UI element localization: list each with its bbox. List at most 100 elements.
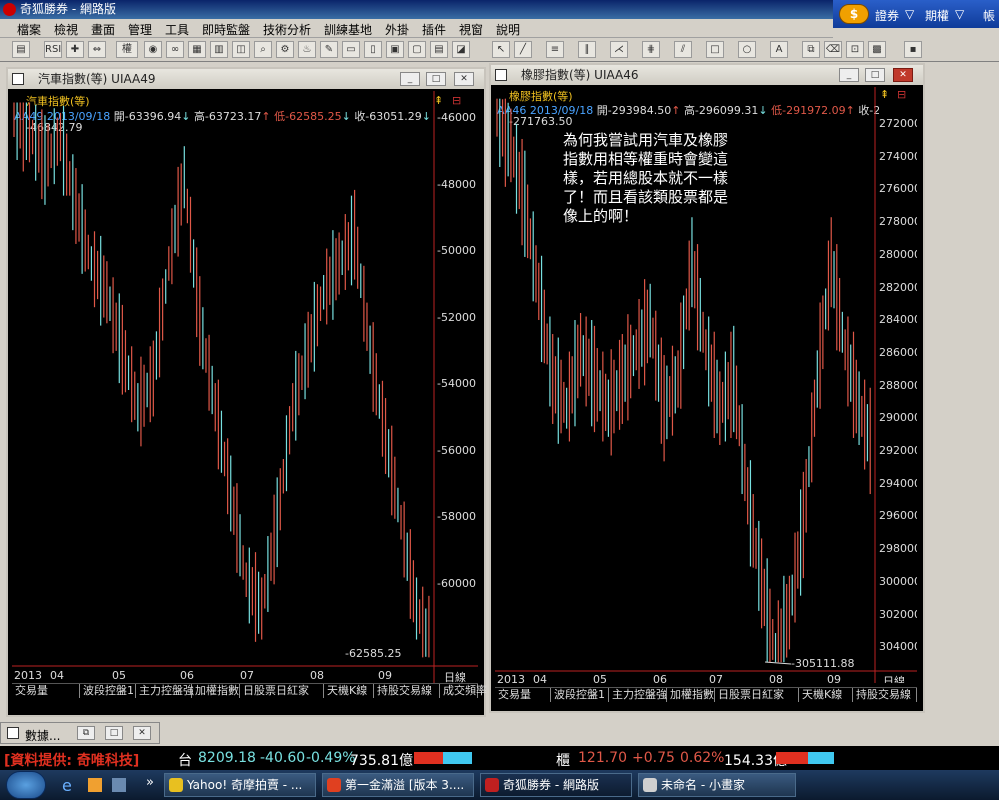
y-axis-label: 288000 (879, 378, 917, 392)
media-icon[interactable] (88, 778, 102, 792)
left-chart-window[interactable]: 汽車指數(等) UIAA49 _ □ ✕ 汽車指數(等) AA49 2013/0… (6, 67, 487, 717)
y-axis-label: -46000 (437, 111, 476, 124)
indicator-tab[interactable]: 天機K線 (799, 688, 853, 702)
period-label[interactable]: 日線 (444, 669, 466, 683)
window4-icon[interactable]: ◪ (452, 41, 470, 58)
menu-live-monitor[interactable]: 即時監盤 (202, 21, 250, 38)
minimize-button[interactable]: _ (839, 68, 859, 82)
task-qihu[interactable]: 奇狐勝券 - 網路版 (480, 773, 632, 797)
close-button[interactable]: ✕ (893, 68, 913, 82)
open-folder-icon[interactable]: ▤ (12, 41, 30, 58)
vertical-lines-icon[interactable]: ∥ (578, 41, 596, 58)
start-button[interactable] (6, 771, 46, 799)
left-chart-area[interactable]: 汽車指數(等) AA49 2013/09/18 開-63396.94↓ 高-63… (12, 91, 478, 683)
indicator-tab[interactable]: 天機K線 (324, 684, 374, 698)
grid-icon[interactable]: ▥ (210, 41, 228, 58)
indicator-tab[interactable]: 加權指數 (192, 684, 240, 698)
minimized-data-window[interactable]: 數據... ⧉ □ ✕ (0, 722, 160, 744)
channel-icon[interactable]: ⫽ (674, 41, 692, 58)
indicator-tab[interactable]: 日股票日紅家 (715, 688, 799, 702)
desktop-icon[interactable] (112, 778, 126, 792)
menu-help[interactable]: 說明 (496, 21, 520, 38)
layout2-icon[interactable]: ▯ (364, 41, 382, 58)
maximize-button[interactable]: □ (426, 72, 446, 86)
menu-tools[interactable]: 工具 (165, 21, 189, 38)
ellipse-icon[interactable]: ○ (738, 41, 756, 58)
lock-icon[interactable]: ⊡ (846, 41, 864, 58)
indicator-tab[interactable]: 持股交易線 (374, 684, 440, 698)
window-icon[interactable]: ▣ (386, 41, 404, 58)
search-icon[interactable]: ⌕ (254, 41, 272, 58)
indicator-tab[interactable]: 成交頻率 (440, 684, 487, 698)
line-tool-icon[interactable]: ╱ (514, 41, 532, 58)
weight-button[interactable]: 權 (116, 41, 138, 58)
fan-icon[interactable]: ⋌ (610, 41, 628, 58)
right-window-titlebar[interactable]: 橡膠指數(等) UIAA46 _ □ ✕ (491, 65, 923, 85)
menu-window[interactable]: 視窗 (459, 21, 483, 38)
indicator-tab[interactable]: 加權指數 (667, 688, 715, 702)
crosshair-icon[interactable]: ✚ (66, 41, 84, 58)
restore-button[interactable]: ⧉ (77, 726, 95, 740)
right-chart-window[interactable]: 橡膠指數(等) UIAA46 _ □ ✕ 橡膠指數(等) AA46 2013/0… (489, 63, 925, 713)
task-first-bank[interactable]: 第一金滿溢 [版本 3.... (322, 773, 474, 797)
taiex-pct: -0.49% (306, 750, 356, 766)
eraser-icon[interactable]: ⌫ (824, 41, 842, 58)
window3-icon[interactable]: ▤ (430, 41, 448, 58)
gear-icon[interactable]: ⚙ (276, 41, 294, 58)
menu-training[interactable]: 訓練基地 (324, 21, 372, 38)
text-align-icon[interactable]: ≡ (546, 41, 564, 58)
indicator-tab[interactable]: 主力控盤強 (609, 688, 667, 702)
right-chart-area[interactable]: 橡膠指數(等) AA46 2013/09/18 開-293984.50↑ 高-2… (495, 87, 917, 683)
quicklaunch-chevron[interactable]: » (146, 775, 154, 790)
menu-plugins[interactable]: 外掛 (385, 21, 409, 38)
indicator-tab[interactable]: 持股交易線 (853, 688, 917, 702)
ie-icon[interactable]: e (62, 776, 72, 795)
indicator-tab[interactable]: 日股票日紅家 (240, 684, 324, 698)
minimize-button[interactable]: _ (400, 72, 420, 86)
pencil-icon[interactable]: ✎ (320, 41, 338, 58)
task-yahoo[interactable]: Yahoo! 奇摩拍賣 - ... (164, 773, 316, 797)
save-icon[interactable]: ▪ (904, 41, 922, 58)
left-window-titlebar[interactable]: 汽車指數(等) UIAA49 _ □ ✕ (8, 69, 484, 89)
alarm-icon[interactable]: ♨ (298, 41, 316, 58)
indicator-tab[interactable]: 波段控盤1 (80, 684, 136, 698)
copy-icon[interactable]: ⧉ (802, 41, 820, 58)
book-icon[interactable]: ◫ (232, 41, 250, 58)
layout-icon[interactable]: ▭ (342, 41, 360, 58)
text-tool-icon[interactable]: A (770, 41, 788, 58)
menu-screen[interactable]: 畫面 (91, 21, 115, 38)
securities-menu[interactable]: 證券 (875, 7, 899, 24)
pointer-icon[interactable]: ↖ (492, 41, 510, 58)
swap-icon[interactable]: ⇔ (88, 41, 106, 58)
gann-icon[interactable]: ⋕ (642, 41, 660, 58)
indicator-tab[interactable]: 交易量 (12, 684, 80, 698)
rsi-button[interactable]: RSI (44, 41, 62, 58)
menu-manage[interactable]: 管理 (128, 21, 152, 38)
maximize-button[interactable]: □ (105, 726, 123, 740)
window2-icon[interactable]: ▢ (408, 41, 426, 58)
dollar-coin-icon[interactable]: $ (839, 4, 869, 24)
account-menu[interactable]: 帳 (983, 7, 995, 24)
menu-view[interactable]: 檢視 (54, 21, 78, 38)
indicator-tab[interactable]: 交易量 (495, 688, 551, 702)
y-axis-label: -56000 (437, 443, 476, 457)
menu-file[interactable]: 檔案 (17, 21, 41, 38)
y-axis-label: 284000 (879, 313, 917, 327)
task-paint[interactable]: 未命名 - 小畫家 (638, 773, 796, 797)
menu-addons[interactable]: 插件 (422, 21, 446, 38)
indicator-tab[interactable]: 主力控盤強 (136, 684, 194, 698)
indicator-icon[interactable]: ◉ (144, 41, 162, 58)
chart-icon[interactable]: ▦ (188, 41, 206, 58)
options-menu[interactable]: 期權 (925, 7, 949, 24)
palette-icon[interactable]: ▩ (868, 41, 886, 58)
period-label[interactable]: 日線 (883, 673, 905, 683)
menu-technical-analysis[interactable]: 技術分析 (263, 21, 311, 38)
indicator-tab[interactable]: 波段控盤1 (551, 688, 609, 702)
chevron-down-icon[interactable]: ▽ (955, 7, 964, 21)
maximize-button[interactable]: □ (865, 68, 885, 82)
close-button[interactable]: ✕ (454, 72, 474, 86)
chevron-down-icon[interactable]: ▽ (905, 7, 914, 21)
rectangle-icon[interactable]: □ (706, 41, 724, 58)
close-button[interactable]: ✕ (133, 726, 151, 740)
binoculars-icon[interactable]: ∞ (166, 41, 184, 58)
